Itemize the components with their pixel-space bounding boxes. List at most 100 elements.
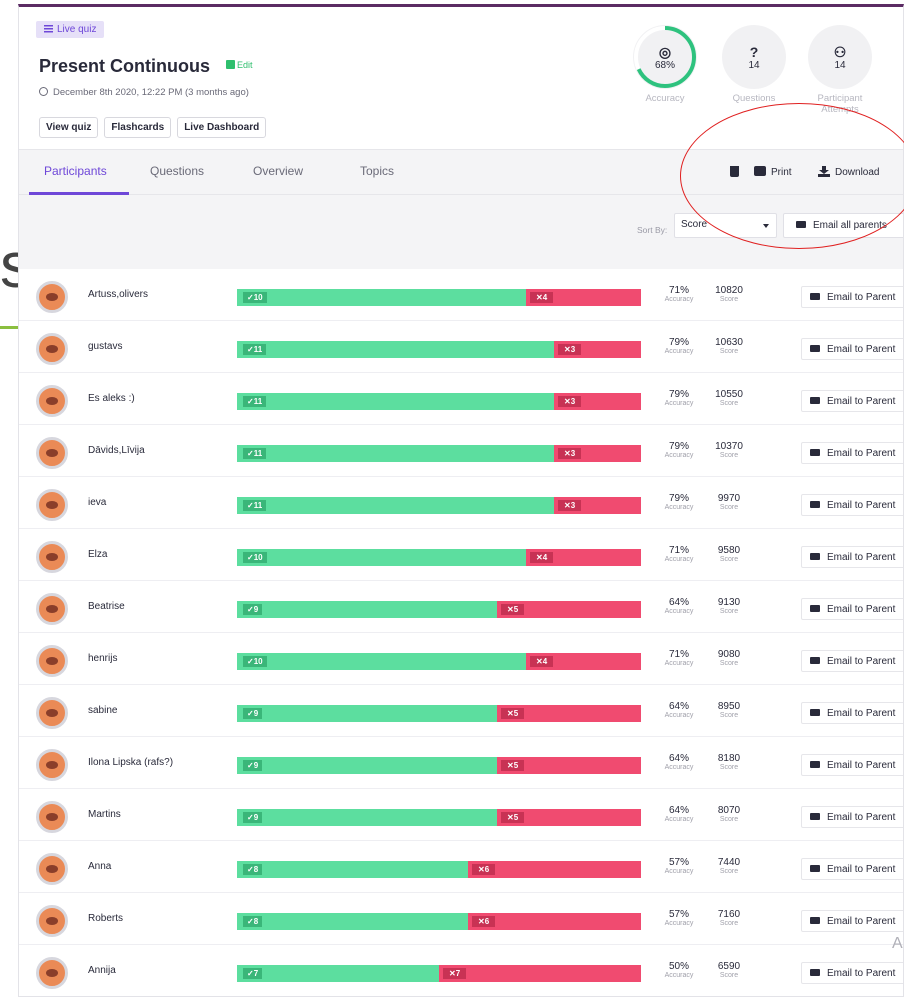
- correct-count: ✓11: [243, 344, 267, 355]
- avatar: [36, 645, 68, 677]
- tab-questions[interactable]: Questions: [150, 164, 204, 178]
- participant-name: henrijs: [88, 653, 118, 664]
- participant-row[interactable]: Anna ✓8 ✕6 57% Accuracy 7440 Score Email to Par…: [19, 841, 903, 893]
- score-cell: 8950 Score: [717, 701, 741, 719]
- view-quiz-button[interactable]: View quiz: [39, 117, 99, 138]
- email-to-parent-button[interactable]: Email to Parent: [801, 754, 903, 776]
- incorrect-count: ✕5: [501, 812, 525, 823]
- participant-row[interactable]: Dāvids,Līvija ✓11 ✕3 79% Accuracy 10370 Score E…: [19, 425, 903, 477]
- correct-segment: ✓10: [237, 549, 526, 566]
- email-to-parent-button[interactable]: Email to Parent: [801, 390, 903, 412]
- envelope-icon: [810, 813, 820, 820]
- flashcards-button[interactable]: Flashcards: [104, 117, 172, 138]
- correct-count: ✓9: [243, 760, 263, 771]
- participant-row[interactable]: Es aleks :) ✓11 ✕3 79% Accuracy 10550 Score Ema…: [19, 373, 903, 425]
- participants-icon: ⚇: [833, 43, 847, 60]
- score-cell: 6590 Score: [717, 961, 741, 979]
- email-to-parent-button[interactable]: Email to Parent: [801, 546, 903, 568]
- accuracy-cell: 50% Accuracy: [664, 961, 694, 979]
- participant-row[interactable]: Annija ✓7 ✕7 50% Accuracy 6590 Score Email to P…: [19, 945, 903, 996]
- participant-row[interactable]: gustavs ✓11 ✕3 79% Accuracy 10630 Score Email t…: [19, 321, 903, 373]
- correct-segment: ✓8: [237, 861, 468, 878]
- participant-name: Annija: [88, 965, 116, 976]
- accuracy-cell: 79% Accuracy: [664, 389, 694, 407]
- email-to-parent-button[interactable]: Email to Parent: [801, 338, 903, 360]
- questions-circle: ? 14: [722, 25, 786, 89]
- correct-count: ✓11: [243, 500, 267, 511]
- correct-segment: ✓11: [237, 393, 554, 410]
- participant-list: Artuss,olivers ✓10 ✕4 71% Accuracy 10820 Score…: [19, 269, 903, 996]
- score-cell: 7160 Score: [717, 909, 741, 927]
- participant-row[interactable]: ieva ✓11 ✕3 79% Accuracy 9970 Score Email to Pa…: [19, 477, 903, 529]
- email-to-parent-button[interactable]: Email to Parent: [801, 494, 903, 516]
- correct-segment: ✓9: [237, 601, 497, 618]
- correct-count: ✓11: [243, 448, 267, 459]
- email-to-parent-button[interactable]: Email to Parent: [801, 598, 903, 620]
- correct-count: ✓10: [243, 552, 267, 563]
- participant-row[interactable]: Beatrise ✓9 ✕5 64% Accuracy 9130 Score Email to…: [19, 581, 903, 633]
- avatar: [36, 749, 68, 781]
- accuracy-cell: 71% Accuracy: [664, 545, 694, 563]
- accuracy-cell: 71% Accuracy: [664, 285, 694, 303]
- header-buttons: View quiz Flashcards Live Dashboard: [39, 117, 267, 138]
- email-to-parent-button[interactable]: Email to Parent: [801, 650, 903, 672]
- accuracy-cell: 64% Accuracy: [664, 753, 694, 771]
- result-bar: ✓7 ✕7: [237, 965, 641, 982]
- score-cell: 9970 Score: [717, 493, 741, 511]
- email-to-parent-button[interactable]: Email to Parent: [801, 858, 903, 880]
- accuracy-cell: 79% Accuracy: [664, 441, 694, 459]
- envelope-icon: [810, 345, 820, 352]
- score-cell: 10820 Score: [715, 285, 743, 303]
- list-icon: [44, 25, 53, 33]
- incorrect-count: ✕4: [530, 292, 554, 303]
- live-dashboard-button[interactable]: Live Dashboard: [177, 117, 267, 138]
- tab-topics[interactable]: Topics: [360, 164, 394, 178]
- tab-overview[interactable]: Overview: [253, 164, 303, 178]
- accuracy-stat: ◎ 68% Accuracy: [633, 25, 697, 104]
- avatar: [36, 957, 68, 989]
- accuracy-ring: [634, 26, 696, 88]
- participant-row[interactable]: Roberts ✓8 ✕6 57% Accuracy 7160 Score Email to …: [19, 893, 903, 945]
- sort-label: Sort By:: [637, 225, 668, 235]
- avatar: [36, 281, 68, 313]
- incorrect-count: ✕6: [472, 916, 496, 927]
- incorrect-count: ✕3: [558, 396, 582, 407]
- result-bar: ✓10 ✕4: [237, 653, 641, 670]
- participant-row[interactable]: Ilona Lipska (rafs?) ✓9 ✕5 64% Accuracy 8180 S…: [19, 737, 903, 789]
- correct-segment: ✓11: [237, 445, 554, 462]
- email-to-parent-button[interactable]: Email to Parent: [801, 910, 903, 932]
- result-bar: ✓11 ✕3: [237, 497, 641, 514]
- incorrect-count: ✕3: [558, 448, 582, 459]
- result-bar: ✓9 ✕5: [237, 809, 641, 826]
- score-cell: 7440 Score: [717, 857, 741, 875]
- incorrect-count: ✕3: [558, 344, 582, 355]
- quiz-date: December 8th 2020, 12:22 PM (3 months ag…: [39, 87, 249, 98]
- score-cell: 10550 Score: [715, 389, 743, 407]
- participant-row[interactable]: Elza ✓10 ✕4 71% Accuracy 9580 Score Email to Pa…: [19, 529, 903, 581]
- correct-count: ✓8: [243, 916, 263, 927]
- accuracy-label: Accuracy: [645, 93, 685, 104]
- accuracy-cell: 57% Accuracy: [664, 857, 694, 875]
- tab-participants[interactable]: Participants: [44, 164, 107, 178]
- edit-link[interactable]: Edit: [226, 60, 253, 70]
- participant-row[interactable]: Martins ✓9 ✕5 64% Accuracy 8070 Score Email to …: [19, 789, 903, 841]
- avatar: [36, 489, 68, 521]
- participant-name: Roberts: [88, 913, 124, 924]
- participant-row[interactable]: henrijs ✓10 ✕4 71% Accuracy 9080 Score Email to…: [19, 633, 903, 685]
- score-cell: 9580 Score: [717, 545, 741, 563]
- envelope-icon: [810, 969, 820, 976]
- correct-count: ✓7: [243, 968, 263, 979]
- participant-row[interactable]: Artuss,olivers ✓10 ✕4 71% Accuracy 10820 Score…: [19, 269, 903, 321]
- email-to-parent-button[interactable]: Email to Parent: [801, 286, 903, 308]
- result-bar: ✓9 ✕5: [237, 601, 641, 618]
- email-to-parent-button[interactable]: Email to Parent: [801, 962, 903, 984]
- avatar: [36, 333, 68, 365]
- email-to-parent-button[interactable]: Email to Parent: [801, 442, 903, 464]
- email-to-parent-button[interactable]: Email to Parent: [801, 806, 903, 828]
- email-to-parent-button[interactable]: Email to Parent: [801, 702, 903, 724]
- score-cell: 10630 Score: [715, 337, 743, 355]
- participant-name: gustavs: [88, 341, 123, 352]
- correct-count: ✓11: [243, 396, 267, 407]
- participant-row[interactable]: sabine ✓9 ✕5 64% Accuracy 8950 Score Email to P…: [19, 685, 903, 737]
- attempts-stat: ⚇ 14 Participant Attempts: [808, 25, 872, 115]
